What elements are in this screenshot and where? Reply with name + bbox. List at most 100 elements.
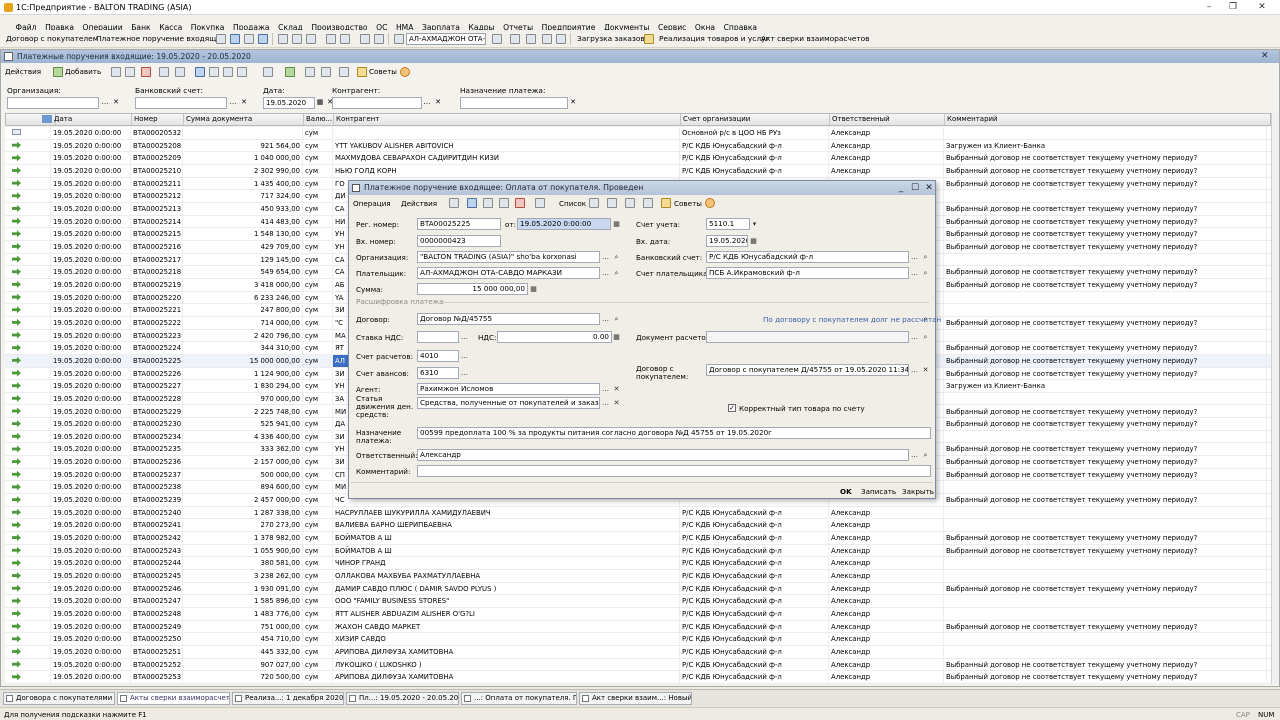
table-row[interactable]: 19.05.2020 0:00:00 BTA00025210 2 302 990,0… xyxy=(5,164,1271,178)
ellipsis-icon[interactable]: … xyxy=(228,97,238,109)
calendar-icon[interactable]: ▦ xyxy=(749,236,758,246)
preview-icon[interactable] xyxy=(340,34,350,44)
table-row[interactable]: 19.05.2020 0:00:00 BTA00025249 751 000,00 с… xyxy=(5,620,1271,634)
close-icon[interactable]: ✕ xyxy=(923,182,935,194)
task-sales[interactable]: Реализа...: 1 декабря 2020 г.... xyxy=(232,692,344,705)
minimize-icon[interactable]: – xyxy=(1202,2,1216,13)
agent-field[interactable]: Рахимжон Исломов xyxy=(417,383,600,395)
table-row[interactable]: 19.05.2020 0:00:00 BTA00025250 454 710,00 с… xyxy=(5,633,1271,647)
advance-account-field[interactable]: 6310 xyxy=(417,367,459,379)
table-row[interactable]: 19.05.2020 0:00:00 BTA00025240 1 287 338,0… xyxy=(5,506,1271,520)
clear-icon[interactable]: ✕ xyxy=(111,97,121,109)
ellipsis-icon[interactable]: … xyxy=(460,351,469,361)
calc-icon[interactable] xyxy=(526,34,536,44)
ellipsis-icon[interactable]: … xyxy=(601,398,610,408)
restore-icon[interactable]: ❐ xyxy=(1226,2,1240,13)
post-icon[interactable] xyxy=(467,198,477,208)
ellipsis-icon[interactable]: … xyxy=(910,365,919,375)
col-header-comment[interactable]: Комментарий xyxy=(945,114,1268,125)
add-button[interactable]: Добавить xyxy=(65,68,101,75)
clear-icon[interactable]: ✕ xyxy=(612,384,621,394)
settings-icon[interactable] xyxy=(643,198,653,208)
col-header-currency[interactable]: Валю... xyxy=(304,114,334,125)
purpose-field[interactable]: 00599 предоплата 100 % за продукты питан… xyxy=(417,427,931,439)
copy-icon[interactable] xyxy=(483,198,493,208)
col-header-date[interactable] xyxy=(6,114,56,125)
dialog-actions-menu[interactable]: Действия xyxy=(401,200,437,207)
table-row[interactable]: 19.05.2020 0:00:00 BTA00025251 445 332,00 с… xyxy=(5,646,1271,659)
edit-icon[interactable] xyxy=(125,67,135,77)
col-header-amount[interactable]: Сумма документа xyxy=(184,114,304,125)
open-icon[interactable] xyxy=(244,34,254,44)
ellipsis-icon[interactable]: … xyxy=(910,252,919,262)
task-payments-list[interactable]: Пл...: 19.05.2020 - 20.05.2020 xyxy=(346,692,459,705)
minimize-icon[interactable]: _ xyxy=(895,182,907,194)
save-button[interactable]: Записать xyxy=(861,488,896,495)
load-orders-button[interactable]: Загрузка заказов xyxy=(577,35,645,43)
ellipsis-icon[interactable]: … xyxy=(910,332,919,342)
debt-link[interactable]: По договору с покупателем долг не рассчи… xyxy=(763,316,941,323)
table-row[interactable]: 19.05.2020 0:00:00 BTA00025247 1 585 896,0… xyxy=(5,595,1271,609)
reconciliation-button[interactable]: Акт сверки взаиморасчетов xyxy=(761,35,870,43)
col-header-responsible[interactable]: Ответственный xyxy=(830,114,945,125)
open-icon[interactable]: ⌕ xyxy=(921,268,930,278)
undo-icon[interactable] xyxy=(360,34,370,44)
open-icon[interactable]: ⌕ xyxy=(612,268,621,278)
help-icon[interactable] xyxy=(400,67,410,77)
copy-doc-icon[interactable] xyxy=(499,198,509,208)
save-icon[interactable] xyxy=(449,198,459,208)
ellipsis-icon[interactable]: … xyxy=(601,268,610,278)
post-icon[interactable] xyxy=(195,67,205,77)
ellipsis-icon[interactable]: … xyxy=(601,314,610,324)
redo-icon[interactable] xyxy=(374,34,384,44)
calendar-icon[interactable] xyxy=(542,34,552,44)
refresh-icon[interactable] xyxy=(285,67,295,77)
ellipsis-icon[interactable]: … xyxy=(100,97,110,109)
dt-kt-icon[interactable] xyxy=(321,67,331,77)
table-row[interactable]: 19.05.2020 0:00:00 BTA00020532 сум Основной… xyxy=(5,127,1271,140)
help-icon[interactable] xyxy=(705,198,715,208)
dropdown-arrow-icon[interactable] xyxy=(216,34,226,44)
paste-icon[interactable] xyxy=(306,34,316,44)
calendar-icon[interactable]: ▦ xyxy=(612,219,621,229)
print-icon[interactable] xyxy=(535,198,545,208)
delete-icon[interactable] xyxy=(141,67,151,77)
ellipsis-icon[interactable]: … xyxy=(910,268,919,278)
responsible-field[interactable]: Александр xyxy=(417,449,909,461)
payer-account-field[interactable]: ПСБ А.Икрамовский ф-л xyxy=(706,267,909,279)
filter-date-field[interactable]: 19.05.2020 xyxy=(263,97,315,109)
table-row[interactable]: 19.05.2020 0:00:00 BTA00025243 1 055 900,0… xyxy=(5,544,1271,558)
calculator-icon[interactable]: ▦ xyxy=(529,284,538,294)
comment-field[interactable] xyxy=(417,465,931,477)
vat-rate-field[interactable] xyxy=(417,331,459,343)
journal-icon[interactable] xyxy=(223,67,233,77)
chevron-down-icon[interactable]: ▾ xyxy=(750,219,759,229)
table-row[interactable]: 19.05.2020 0:00:00 BTA00025245 3 238 262,0… xyxy=(5,570,1271,583)
filter-contractor-field[interactable] xyxy=(332,97,422,109)
unpost-icon[interactable] xyxy=(209,67,219,77)
clear-icon[interactable]: ✕ xyxy=(612,398,621,408)
table-row[interactable]: 19.05.2020 0:00:00 BTA00025244 380 581,00 с… xyxy=(5,557,1271,571)
ellipsis-icon[interactable]: … xyxy=(601,384,610,394)
bank-account-field[interactable]: Р/С КДБ Юнусабадский ф-л xyxy=(706,251,909,263)
calculator-icon[interactable]: ▦ xyxy=(612,332,621,342)
maximize-icon[interactable]: ☐ xyxy=(909,182,921,194)
close-icon[interactable]: ✕ xyxy=(1255,2,1269,13)
subordinate-icon[interactable] xyxy=(625,198,635,208)
open-icon[interactable]: ⌕ xyxy=(921,314,930,324)
ellipsis-icon[interactable]: … xyxy=(422,97,432,109)
open-icon[interactable]: ⌕ xyxy=(612,314,621,324)
contract-field[interactable]: Договор №Д/45755 xyxy=(417,313,600,325)
link-incoming-payment[interactable]: Платежное поручение входящее xyxy=(96,35,225,43)
cashflow-field[interactable]: Средства, полученные от покупателей и за… xyxy=(417,397,600,409)
clear-icon[interactable]: ✕ xyxy=(568,97,578,109)
find-prev-icon[interactable] xyxy=(510,34,520,44)
table-row[interactable]: 19.05.2020 0:00:00 BTA00025208 921 564,00 с… xyxy=(5,139,1271,153)
task-new-recon[interactable]: Акт сверки взаим...: Новый * xyxy=(579,692,692,705)
advice-button[interactable]: Советы xyxy=(369,68,397,75)
table-row[interactable]: 19.05.2020 0:00:00 BTA00025246 1 930 091,0… xyxy=(5,582,1271,596)
ok-button[interactable]: OK xyxy=(840,488,852,495)
list-close-icon[interactable]: ✕ xyxy=(1261,50,1269,63)
quick-search-combo[interactable]: АЛ-АХМАДЖОН ОТА-С xyxy=(406,33,486,45)
doc-date-field[interactable]: 19.05.2020 0:00:00 xyxy=(517,218,611,230)
